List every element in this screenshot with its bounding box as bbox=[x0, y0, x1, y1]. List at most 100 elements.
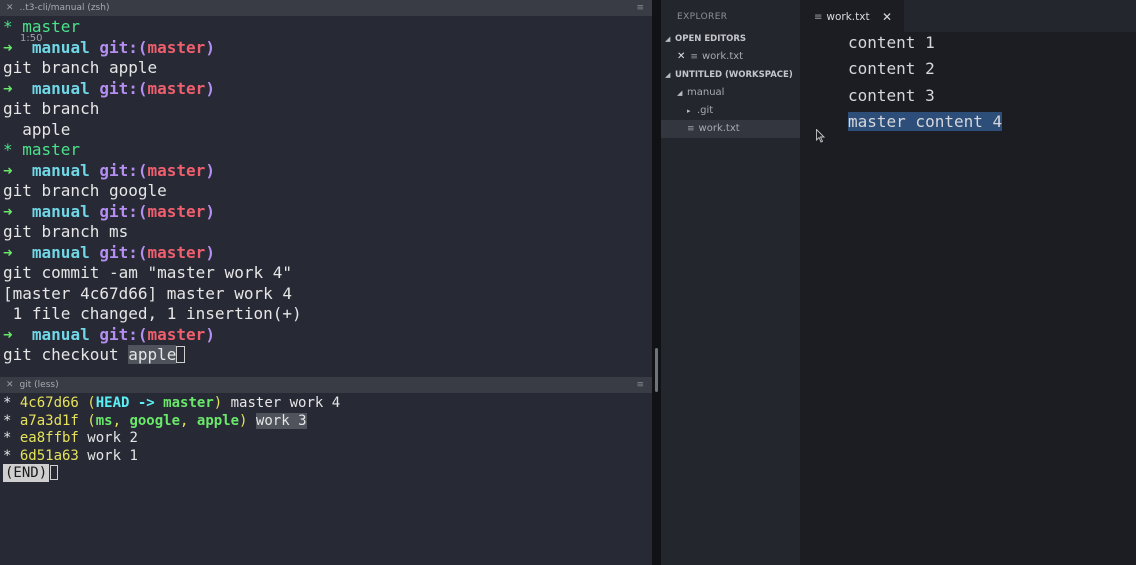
terminal-text-segment: git branch google bbox=[3, 181, 167, 200]
resize-handle[interactable] bbox=[655, 348, 658, 392]
terminal-text-segment: manual bbox=[31, 324, 100, 344]
close-icon[interactable]: ✕ bbox=[6, 3, 14, 13]
terminal-text-segment: master bbox=[147, 242, 206, 262]
folder-item-git[interactable]: ▸ .git bbox=[661, 102, 800, 120]
terminal-text-segment: git:( bbox=[99, 242, 148, 262]
terminal-bottom-output: * 4c67d66 (HEAD -> master) master work 4… bbox=[0, 393, 652, 483]
pane-divider bbox=[652, 0, 661, 565]
workspace-label: UNTITLED (WORKSPACE) bbox=[675, 70, 793, 80]
close-icon[interactable]: ✕ bbox=[6, 380, 14, 390]
terminal-text-segment: git branch apple bbox=[3, 58, 158, 77]
chevron-down-icon: ◢ bbox=[677, 89, 683, 97]
terminal-line: 1 file changed, 1 insertion(+) bbox=[3, 304, 652, 325]
terminal-text-segment: git branch bbox=[3, 99, 100, 118]
terminal-line: [master 4c67d66] master work 4 bbox=[3, 284, 652, 305]
terminal-text-segment: apple bbox=[196, 412, 240, 429]
terminal-text-segment: ➜ bbox=[3, 242, 32, 262]
terminal-line: git commit -am "master work 4" bbox=[3, 263, 652, 284]
terminal-text-segment: HEAD -> bbox=[95, 395, 164, 411]
terminal-line: apple bbox=[3, 120, 652, 141]
terminal-text-segment: , bbox=[180, 412, 197, 429]
terminal-text-segment: git:( bbox=[99, 324, 148, 344]
editor-area[interactable]: ≡ work.txt ✕ content 1 content 2 content 3 m… bbox=[800, 0, 1136, 565]
terminal-text-segment: work 2 bbox=[78, 430, 138, 447]
terminal-text-segment: git:( bbox=[99, 160, 148, 180]
terminal-text-segment: git:( bbox=[99, 78, 148, 98]
terminal-text-segment: [master 4c67d66] master work 4 bbox=[3, 283, 292, 303]
terminal-text-segment: 1 file changed, 1 insertion(+) bbox=[3, 304, 302, 323]
terminal-text-segment: * bbox=[3, 430, 20, 447]
editor-line: master content 4 bbox=[848, 109, 1003, 135]
terminal-text-segment: ea8ffbf bbox=[19, 430, 79, 447]
terminal-text-segment: ms bbox=[95, 412, 113, 429]
terminal-bottom-title: git (less) bbox=[19, 380, 59, 390]
terminal-text-segment: 6d51a63 bbox=[19, 447, 79, 464]
terminal-text-segment: git branch ms bbox=[3, 222, 129, 241]
terminal-text-segment: manual bbox=[31, 78, 100, 98]
folder-label: manual bbox=[687, 87, 725, 98]
file-item-work-txt[interactable]: ≡ work.txt bbox=[661, 120, 800, 138]
terminal-text-segment: master bbox=[163, 395, 214, 411]
close-icon[interactable]: ✕ bbox=[677, 51, 685, 62]
chevron-right-icon: ▸ bbox=[687, 107, 691, 115]
terminal-text-segment: ) bbox=[205, 242, 215, 262]
terminal-line: git branch google bbox=[3, 181, 652, 202]
menu-icon[interactable]: ≡ bbox=[636, 380, 644, 390]
terminal-text-segment: ➜ bbox=[3, 201, 32, 221]
terminal-text-segment: master bbox=[147, 160, 206, 180]
editor-line-text: content 2 bbox=[848, 59, 935, 79]
terminal-pane-top[interactable]: ✕ ..t3-cli/manual (zsh) ≡ * master ➜ manu… bbox=[0, 0, 652, 377]
terminal-pane-bottom[interactable]: ✕ git (less) ≡ * 4c67d66 (HEAD -> master… bbox=[0, 377, 652, 565]
terminal-text-segment: manual bbox=[31, 160, 100, 180]
terminal-text-segment: ) bbox=[205, 201, 215, 221]
terminal-text-segment: git checkout bbox=[3, 345, 129, 364]
workspace-header[interactable]: ◢ UNTITLED (WORKSPACE) bbox=[661, 66, 800, 84]
terminal-line: git branch bbox=[3, 99, 652, 120]
terminal-text-segment: manual bbox=[31, 242, 100, 262]
terminal-text-segment: * bbox=[3, 447, 20, 464]
editor-content[interactable]: content 1 content 2 content 3 master conten… bbox=[848, 30, 1003, 135]
terminal-line: ➜ manual git:(master) bbox=[3, 161, 652, 182]
folder-item-manual[interactable]: ◢ manual bbox=[661, 84, 800, 102]
terminal-text-segment: ➜ bbox=[3, 160, 32, 180]
terminal-bottom-titlebar: ✕ git (less) ≡ bbox=[0, 377, 652, 393]
terminal-top-title: ..t3-cli/manual (zsh) bbox=[19, 3, 110, 13]
terminal-text-segment: ) bbox=[213, 395, 223, 411]
terminal-line: ➜ manual git:(master) bbox=[3, 79, 652, 100]
tab-work-txt[interactable]: ≡ work.txt ✕ bbox=[800, 0, 904, 32]
open-editor-item[interactable]: ✕ ≡ work.txt bbox=[661, 48, 800, 66]
text-cursor bbox=[176, 346, 186, 363]
terminal-text-segment: master bbox=[147, 201, 206, 221]
text-cursor bbox=[50, 465, 59, 481]
open-editors-label: OPEN EDITORS bbox=[675, 34, 747, 44]
file-icon: ≡ bbox=[690, 52, 698, 62]
tab-label: work.txt bbox=[826, 11, 870, 23]
terminal-text-segment: google bbox=[129, 412, 181, 429]
terminal-text-segment: ( bbox=[78, 395, 96, 411]
terminal-text-segment: master bbox=[147, 324, 206, 344]
terminal-text-segment: ➜ bbox=[3, 324, 32, 344]
terminal-text-segment: apple bbox=[3, 119, 71, 139]
terminal-line: * master bbox=[3, 140, 652, 161]
terminal-text-segment: git:( bbox=[99, 37, 148, 57]
terminal-line: git branch apple bbox=[3, 58, 652, 79]
terminal-text-segment: manual bbox=[31, 201, 100, 221]
terminal-top-output: * master ➜ manual git:(master) git branch … bbox=[0, 16, 652, 366]
terminal-text-segment: , bbox=[112, 412, 130, 429]
terminal-text-segment: 4c67d66 bbox=[19, 395, 79, 411]
menu-icon[interactable]: ≡ bbox=[636, 3, 644, 13]
terminal-line: * 4c67d66 (HEAD -> master) master work 4 bbox=[3, 395, 652, 413]
explorer-title: EXPLORER bbox=[677, 12, 728, 22]
terminal-text-segment: ➜ bbox=[3, 78, 32, 98]
open-editors-header[interactable]: ◢ OPEN EDITORS bbox=[661, 30, 800, 48]
close-icon[interactable]: ✕ bbox=[882, 0, 892, 34]
tab-bar: ≡ work.txt ✕ bbox=[800, 0, 1136, 32]
terminal-text-segment: * master bbox=[3, 140, 81, 159]
terminal-text-segment: master work 4 bbox=[222, 395, 341, 411]
terminal-line: * ea8ffbf work 2 bbox=[3, 430, 652, 448]
editor-line: content 1 bbox=[848, 30, 1002, 56]
terminal-text-segment: git commit -am "master work 4" bbox=[3, 263, 292, 282]
terminal-top-titlebar: ✕ ..t3-cli/manual (zsh) ≡ bbox=[0, 0, 652, 16]
terminal-text-segment: ) bbox=[205, 78, 215, 98]
